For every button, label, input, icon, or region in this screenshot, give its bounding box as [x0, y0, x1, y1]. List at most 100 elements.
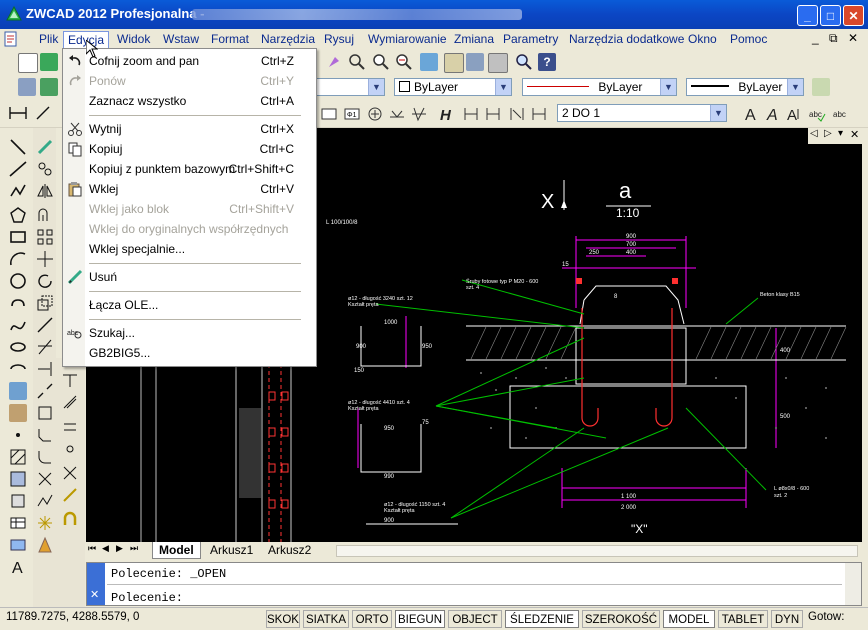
scribble-icon[interactable] [61, 393, 79, 411]
close-button[interactable]: ✕ [843, 5, 864, 26]
center-mark-icon[interactable] [366, 105, 384, 123]
trim-extend-icon[interactable] [61, 371, 79, 389]
dim-edit-icon[interactable] [388, 105, 406, 123]
menu-item-cut[interactable]: Wytnij Ctrl+X [63, 119, 316, 139]
menu-item-paste-orig[interactable]: Wklej do oryginalnych współrzędnych [63, 219, 316, 239]
title-bar[interactable]: ZWCAD 2012 Profesjonalna - _ □ ✕ [0, 0, 868, 29]
copy-tool-icon[interactable] [36, 160, 54, 178]
aligned-dim-icon[interactable] [34, 104, 52, 122]
document-icon[interactable] [3, 31, 19, 47]
tool-palettes-icon[interactable] [466, 53, 484, 71]
region-icon[interactable] [9, 492, 27, 510]
spell-check-icon[interactable]: abc [808, 105, 826, 123]
polygon-icon[interactable] [9, 206, 27, 224]
zoom-window-icon[interactable] [372, 53, 390, 71]
menu-item-gb2big5[interactable]: GB2BIG5... [63, 343, 316, 363]
menu-okno[interactable]: Okno [684, 31, 721, 47]
doc-minimize-button[interactable]: _ [812, 31, 819, 45]
dimstyle-dropdown[interactable]: 2 DO 1 ▼ [557, 104, 727, 122]
find-text-icon[interactable]: abc [832, 105, 850, 123]
scale-icon[interactable] [36, 294, 54, 312]
scroll-right-icon[interactable]: ▷ [824, 128, 832, 139]
dyn-toggle[interactable]: DYN [771, 610, 803, 628]
menu-wstaw[interactable]: Wstaw [159, 31, 203, 47]
tab-prev-icon[interactable]: ◀ [102, 543, 109, 554]
mtext-palette-icon[interactable]: A [9, 558, 27, 576]
menu-wymiarowanie[interactable]: Wymiarowanie [364, 31, 451, 47]
explode-icon[interactable] [36, 470, 54, 488]
dim-continue-icon[interactable] [508, 105, 526, 123]
dim-tol-icon[interactable] [320, 105, 338, 123]
menu-narzedzia[interactable]: Narzędzia [257, 31, 319, 47]
mtext-icon[interactable]: A [764, 105, 782, 123]
menu-narzedzia-dodatkowe[interactable]: Narzędzia dodatkowe [565, 31, 688, 47]
design-center-icon[interactable] [444, 53, 464, 73]
break-icon[interactable] [36, 382, 54, 400]
doc-close-button[interactable]: ✕ [848, 31, 858, 45]
revision-cloud-icon[interactable] [9, 294, 27, 312]
grid-toggle[interactable]: SIATKA [303, 610, 349, 628]
menu-item-copy-base[interactable]: Kopiuj z punktem bazowym Ctrl+Shift+C [63, 159, 316, 179]
table-icon[interactable] [9, 514, 27, 532]
doc-restore-button[interactable]: ⧉ [829, 31, 838, 46]
menu-item-paste-block[interactable]: Wklej jako blok Ctrl+Shift+V [63, 199, 316, 219]
tab-last-icon[interactable]: ⏭ [130, 543, 138, 554]
menu-item-ole-links[interactable]: Łącza OLE... [63, 295, 316, 315]
tablet-toggle[interactable]: TABLET [718, 610, 768, 628]
command-scrollbar[interactable] [845, 563, 861, 605]
menu-plik[interactable]: Plik [35, 31, 62, 47]
menu-rysuj[interactable]: Rysuj [320, 31, 358, 47]
snap-toggle[interactable]: SKOK [266, 610, 300, 628]
menu-parametry[interactable]: Parametry [499, 31, 562, 47]
menu-zmiana[interactable]: Zmiana [450, 31, 498, 47]
menu-item-paste[interactable]: Wklej Ctrl+V [63, 179, 316, 199]
tab-model[interactable]: Model [152, 542, 201, 559]
dim-oblique-icon[interactable] [462, 105, 480, 123]
mirror-icon[interactable] [36, 182, 54, 200]
menu-item-copy[interactable]: Kopiuj Ctrl+C [63, 139, 316, 159]
spline-icon[interactable] [9, 316, 27, 334]
chevron-down-icon[interactable]: ▾ [838, 128, 843, 139]
fillet-icon[interactable] [36, 448, 54, 466]
layer-state-icon[interactable] [40, 78, 58, 96]
close-command-icon[interactable]: ✕ [90, 588, 99, 601]
menu-widok[interactable]: Widok [113, 31, 154, 47]
linetype-dropdown[interactable]: ByLayer ▼ [522, 78, 677, 96]
zoom-realtime-icon[interactable] [348, 53, 366, 71]
help-icon[interactable]: ? [538, 53, 556, 71]
cone-icon[interactable] [36, 536, 54, 554]
line-icon[interactable] [9, 138, 27, 156]
menu-format[interactable]: Format [207, 31, 253, 47]
small-circle-icon[interactable] [61, 440, 79, 458]
dim-text-edit-icon[interactable] [410, 105, 428, 123]
horizontal-scrollbar[interactable] [336, 545, 858, 557]
plot-style-icon[interactable] [812, 78, 830, 96]
hatch-icon[interactable] [9, 448, 27, 466]
close-drawing-icon[interactable]: ✕ [850, 128, 859, 141]
new-file-icon[interactable] [18, 53, 38, 73]
join-icon[interactable] [36, 404, 54, 422]
lineweight-dropdown[interactable]: ByLayer ▼ [686, 78, 804, 96]
insert-block-icon[interactable] [9, 382, 27, 400]
tab-first-icon[interactable]: ⏮ [88, 543, 96, 554]
osnap-toggle[interactable]: OBJECT [448, 610, 502, 628]
find-icon[interactable] [515, 53, 533, 71]
circle-icon[interactable] [9, 272, 27, 290]
cut-tool-icon[interactable] [61, 464, 79, 482]
measure-icon[interactable] [61, 486, 79, 504]
model-toggle[interactable]: MODEL [663, 610, 715, 628]
rotate-icon[interactable] [36, 272, 54, 290]
polyline-icon[interactable] [9, 182, 27, 200]
layer-dropdown[interactable]: ▼ [315, 78, 385, 96]
erase-tool-icon[interactable] [36, 138, 54, 156]
command-prompt[interactable]: Polecenie: [111, 591, 183, 605]
array-icon[interactable] [36, 228, 54, 246]
magnet-icon[interactable] [61, 510, 79, 528]
ellipse-arc-icon[interactable] [9, 360, 27, 378]
menu-item-select-all[interactable]: Zaznacz wszystko Ctrl+A [63, 91, 316, 111]
text-align-icon[interactable]: A [786, 105, 804, 123]
wipeout-icon[interactable] [9, 536, 27, 554]
dim-space-icon[interactable] [530, 105, 548, 123]
menu-item-paste-special[interactable]: Wklej specjalnie... [63, 239, 316, 259]
tab-arkusz1[interactable]: Arkusz1 [204, 542, 259, 558]
